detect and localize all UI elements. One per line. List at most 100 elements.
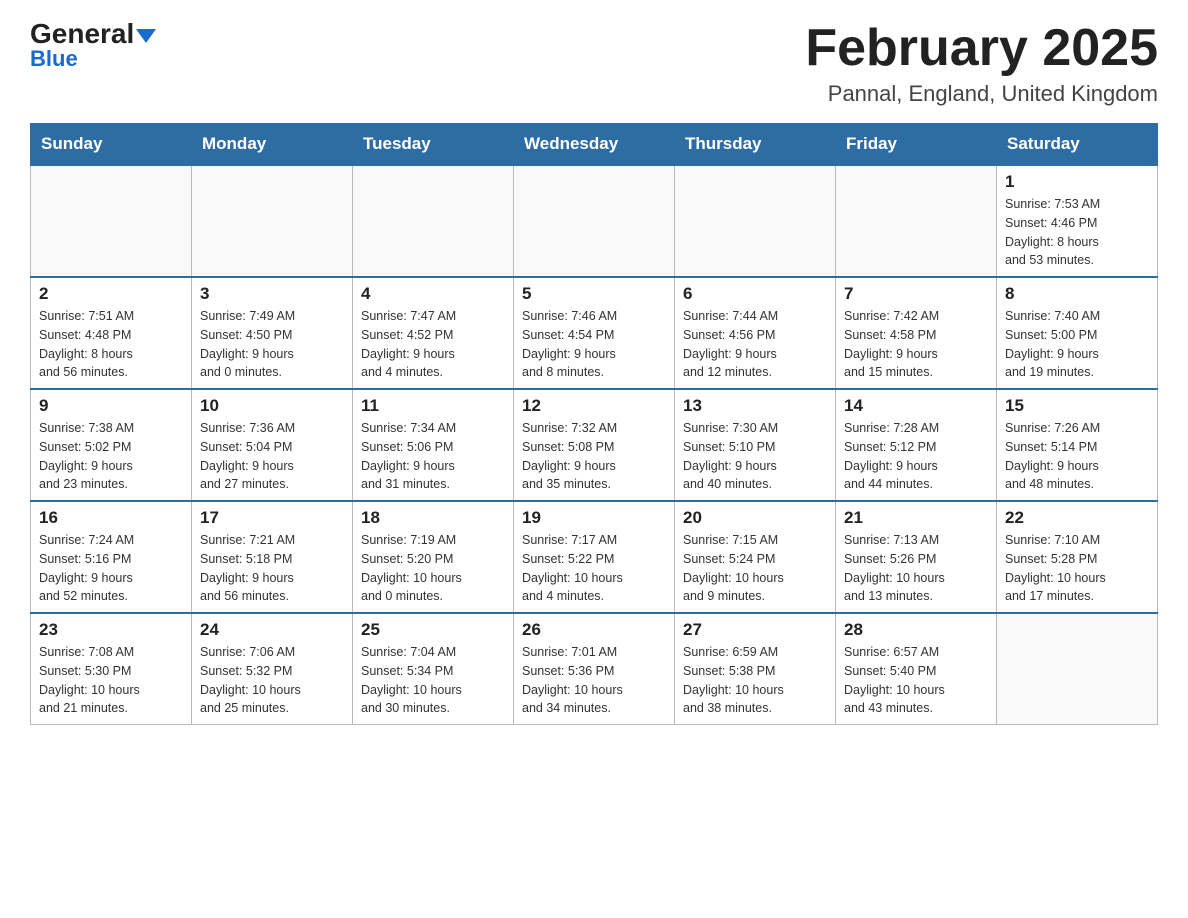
- calendar-cell-w5-d1: 24 Sunrise: 7:06 AMSunset: 5:32 PMDayligh…: [192, 613, 353, 725]
- day-number: 10: [200, 396, 344, 416]
- day-number: 11: [361, 396, 505, 416]
- calendar-cell-w2-d2: 4 Sunrise: 7:47 AMSunset: 4:52 PMDaylight…: [353, 277, 514, 389]
- calendar-cell-w4-d1: 17Sunrise: 7:21 AMSunset: 5:18 PMDayligh…: [192, 501, 353, 613]
- calendar-cell-w1-d2: [353, 165, 514, 277]
- calendar-cell-w5-d2: 25 Sunrise: 7:04 AMSunset: 5:34 PMDayligh…: [353, 613, 514, 725]
- day-number: 2: [39, 284, 183, 304]
- calendar-cell-w2-d0: 2 Sunrise: 7:51 AMSunset: 4:48 PMDaylight…: [31, 277, 192, 389]
- calendar-subtitle: Pannal, England, United Kingdom: [805, 81, 1158, 107]
- calendar-table: Sunday Monday Tuesday Wednesday Thursday…: [30, 123, 1158, 725]
- calendar-cell-w1-d1: [192, 165, 353, 277]
- day-info: Sunrise: 7:34 AMSunset: 5:06 PMDaylight:…: [361, 419, 505, 494]
- day-info: Sunrise: 7:42 AMSunset: 4:58 PMDaylight:…: [844, 307, 988, 382]
- calendar-cell-w2-d6: 8 Sunrise: 7:40 AMSunset: 5:00 PMDaylight…: [997, 277, 1158, 389]
- day-number: 21: [844, 508, 988, 528]
- calendar-cell-w4-d6: 22 Sunrise: 7:10 AMSunset: 5:28 PMDayligh…: [997, 501, 1158, 613]
- day-number: 19: [522, 508, 666, 528]
- day-number: 6: [683, 284, 827, 304]
- day-number: 8: [1005, 284, 1149, 304]
- calendar-cell-w5-d0: 23Sunrise: 7:08 AMSunset: 5:30 PMDayligh…: [31, 613, 192, 725]
- week-row-5: 23Sunrise: 7:08 AMSunset: 5:30 PMDayligh…: [31, 613, 1158, 725]
- day-info: Sunrise: 7:24 AMSunset: 5:16 PMDaylight:…: [39, 531, 183, 606]
- calendar-cell-w1-d0: [31, 165, 192, 277]
- day-info: Sunrise: 6:57 AMSunset: 5:40 PMDaylight:…: [844, 643, 988, 718]
- header-wednesday: Wednesday: [514, 124, 675, 166]
- calendar-cell-w3-d5: 14 Sunrise: 7:28 AMSunset: 5:12 PMDayligh…: [836, 389, 997, 501]
- day-number: 14: [844, 396, 988, 416]
- day-number: 7: [844, 284, 988, 304]
- week-row-1: 1 Sunrise: 7:53 AMSunset: 4:46 PMDaylight…: [31, 165, 1158, 277]
- day-number: 25: [361, 620, 505, 640]
- calendar-cell-w3-d3: 12 Sunrise: 7:32 AMSunset: 5:08 PMDayligh…: [514, 389, 675, 501]
- day-number: 12: [522, 396, 666, 416]
- day-info: Sunrise: 7:13 AMSunset: 5:26 PMDaylight:…: [844, 531, 988, 606]
- header-saturday: Saturday: [997, 124, 1158, 166]
- day-info: Sunrise: 7:47 AMSunset: 4:52 PMDaylight:…: [361, 307, 505, 382]
- day-info: Sunrise: 7:36 AMSunset: 5:04 PMDaylight:…: [200, 419, 344, 494]
- day-info: Sunrise: 7:04 AMSunset: 5:34 PMDaylight:…: [361, 643, 505, 718]
- day-info: Sunrise: 7:19 AMSunset: 5:20 PMDaylight:…: [361, 531, 505, 606]
- day-number: 4: [361, 284, 505, 304]
- calendar-cell-w4-d0: 16 Sunrise: 7:24 AMSunset: 5:16 PMDayligh…: [31, 501, 192, 613]
- day-number: 28: [844, 620, 988, 640]
- header-tuesday: Tuesday: [353, 124, 514, 166]
- day-info: Sunrise: 7:06 AMSunset: 5:32 PMDaylight:…: [200, 643, 344, 718]
- calendar-cell-w3-d4: 13Sunrise: 7:30 AMSunset: 5:10 PMDayligh…: [675, 389, 836, 501]
- logo-triangle-icon: [136, 29, 156, 43]
- logo: General Blue: [30, 20, 156, 72]
- calendar-cell-w5-d5: 28 Sunrise: 6:57 AMSunset: 5:40 PMDayligh…: [836, 613, 997, 725]
- day-number: 3: [200, 284, 344, 304]
- day-number: 16: [39, 508, 183, 528]
- day-info: Sunrise: 7:51 AMSunset: 4:48 PMDaylight:…: [39, 307, 183, 382]
- day-info: Sunrise: 6:59 AMSunset: 5:38 PMDaylight:…: [683, 643, 827, 718]
- calendar-title: February 2025: [805, 20, 1158, 77]
- day-number: 24: [200, 620, 344, 640]
- day-info: Sunrise: 7:26 AMSunset: 5:14 PMDaylight:…: [1005, 419, 1149, 494]
- day-info: Sunrise: 7:32 AMSunset: 5:08 PMDaylight:…: [522, 419, 666, 494]
- day-number: 18: [361, 508, 505, 528]
- day-number: 5: [522, 284, 666, 304]
- day-info: Sunrise: 7:10 AMSunset: 5:28 PMDaylight:…: [1005, 531, 1149, 606]
- calendar-cell-w1-d4: [675, 165, 836, 277]
- calendar-cell-w3-d6: 15 Sunrise: 7:26 AMSunset: 5:14 PMDayligh…: [997, 389, 1158, 501]
- day-info: Sunrise: 7:17 AMSunset: 5:22 PMDaylight:…: [522, 531, 666, 606]
- calendar-cell-w5-d3: 26Sunrise: 7:01 AMSunset: 5:36 PMDayligh…: [514, 613, 675, 725]
- calendar-cell-w2-d3: 5 Sunrise: 7:46 AMSunset: 4:54 PMDaylight…: [514, 277, 675, 389]
- day-number: 15: [1005, 396, 1149, 416]
- day-number: 26: [522, 620, 666, 640]
- day-number: 13: [683, 396, 827, 416]
- week-row-2: 2 Sunrise: 7:51 AMSunset: 4:48 PMDaylight…: [31, 277, 1158, 389]
- week-row-3: 9 Sunrise: 7:38 AMSunset: 5:02 PMDaylight…: [31, 389, 1158, 501]
- calendar-cell-w5-d6: [997, 613, 1158, 725]
- day-info: Sunrise: 7:28 AMSunset: 5:12 PMDaylight:…: [844, 419, 988, 494]
- day-info: Sunrise: 7:49 AMSunset: 4:50 PMDaylight:…: [200, 307, 344, 382]
- calendar-cell-w3-d0: 9 Sunrise: 7:38 AMSunset: 5:02 PMDaylight…: [31, 389, 192, 501]
- header-thursday: Thursday: [675, 124, 836, 166]
- day-number: 20: [683, 508, 827, 528]
- day-info: Sunrise: 7:53 AMSunset: 4:46 PMDaylight:…: [1005, 195, 1149, 270]
- day-number: 9: [39, 396, 183, 416]
- calendar-cell-w2-d4: 6 Sunrise: 7:44 AMSunset: 4:56 PMDaylight…: [675, 277, 836, 389]
- calendar-cell-w3-d1: 10 Sunrise: 7:36 AMSunset: 5:04 PMDayligh…: [192, 389, 353, 501]
- day-number: 27: [683, 620, 827, 640]
- day-info: Sunrise: 7:38 AMSunset: 5:02 PMDaylight:…: [39, 419, 183, 494]
- header-monday: Monday: [192, 124, 353, 166]
- calendar-cell-w1-d3: [514, 165, 675, 277]
- calendar-cell-w1-d6: 1 Sunrise: 7:53 AMSunset: 4:46 PMDaylight…: [997, 165, 1158, 277]
- calendar-cell-w5-d4: 27 Sunrise: 6:59 AMSunset: 5:38 PMDayligh…: [675, 613, 836, 725]
- calendar-cell-w4-d2: 18 Sunrise: 7:19 AMSunset: 5:20 PMDayligh…: [353, 501, 514, 613]
- calendar-cell-w4-d4: 20Sunrise: 7:15 AMSunset: 5:24 PMDayligh…: [675, 501, 836, 613]
- logo-top: General: [30, 20, 156, 48]
- day-number: 23: [39, 620, 183, 640]
- calendar-cell-w2-d5: 7 Sunrise: 7:42 AMSunset: 4:58 PMDaylight…: [836, 277, 997, 389]
- header-friday: Friday: [836, 124, 997, 166]
- day-number: 1: [1005, 172, 1149, 192]
- weekday-header-row: Sunday Monday Tuesday Wednesday Thursday…: [31, 124, 1158, 166]
- day-info: Sunrise: 7:40 AMSunset: 5:00 PMDaylight:…: [1005, 307, 1149, 382]
- page-header: General Blue February 2025 Pannal, Engla…: [30, 20, 1158, 107]
- calendar-cell-w3-d2: 11 Sunrise: 7:34 AMSunset: 5:06 PMDayligh…: [353, 389, 514, 501]
- week-row-4: 16 Sunrise: 7:24 AMSunset: 5:16 PMDayligh…: [31, 501, 1158, 613]
- day-info: Sunrise: 7:44 AMSunset: 4:56 PMDaylight:…: [683, 307, 827, 382]
- day-number: 22: [1005, 508, 1149, 528]
- day-info: Sunrise: 7:46 AMSunset: 4:54 PMDaylight:…: [522, 307, 666, 382]
